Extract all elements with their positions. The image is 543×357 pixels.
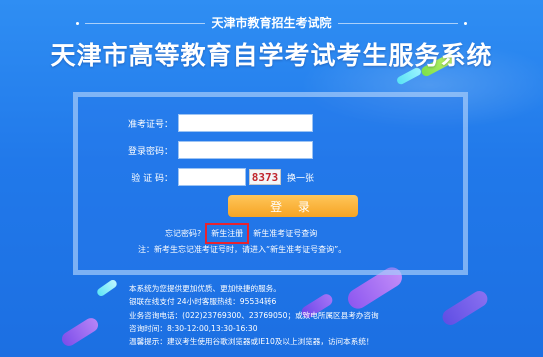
register-highlight-box: 新生注册 bbox=[205, 223, 250, 244]
info-section: 本系统为您提供更加优质、更加快捷的服务。 银联在线支付 24小时客服热线：955… bbox=[129, 282, 379, 348]
exam-id-input[interactable] bbox=[178, 114, 313, 132]
forgot-password-link[interactable]: 忘记密码? bbox=[165, 228, 201, 239]
new-register-link[interactable]: 新生注册 bbox=[211, 229, 243, 238]
page-title: 天津市高等教育自学考试考生服务系统 bbox=[50, 41, 493, 70]
decorative-stripe bbox=[95, 278, 119, 298]
exam-id-row: 准考证号： bbox=[123, 114, 313, 132]
login-panel: 准考证号： 登录密码： 验 证 码： 8373 换一张 登 录 忘记密码? 新生… bbox=[73, 92, 468, 275]
decorative-dot bbox=[76, 22, 80, 25]
info-line: 本系统为您提供更加优质、更加快捷的服务。 bbox=[129, 284, 281, 293]
info-line: 银联在线支付 24小时客服热线：95534转6 bbox=[129, 297, 277, 307]
decorative-line bbox=[85, 23, 206, 24]
subtitle-text: 天津市教育招生考试院 bbox=[211, 16, 332, 30]
captcha-input[interactable] bbox=[178, 168, 246, 186]
captcha-image[interactable]: 8373 bbox=[249, 169, 281, 185]
decorative-stripe bbox=[59, 315, 101, 349]
decorative-line bbox=[337, 23, 458, 24]
info-line: 温馨提示：建议考生使用谷歌浏览器或IE10及以上浏览器，访问本系统！ bbox=[129, 337, 374, 347]
new-exam-id-query-link[interactable]: 新生准考证号查询 bbox=[253, 228, 317, 239]
refresh-captcha-link[interactable]: 换一张 bbox=[287, 171, 314, 184]
captcha-row: 验 证 码： 8373 换一张 bbox=[123, 168, 314, 186]
password-label: 登录密码： bbox=[127, 146, 173, 157]
decorative-stripe bbox=[439, 287, 491, 329]
info-line: 咨询时间：8:30-12:00,13:30-16:30 bbox=[129, 323, 258, 333]
login-links: 忘记密码? 新生注册 新生准考证号查询 bbox=[165, 223, 317, 244]
login-notice: 注：新考生忘记准考证号时，请进入“新生准考证号查询”。 bbox=[138, 245, 347, 254]
login-button[interactable]: 登 录 bbox=[228, 195, 358, 217]
decorative-dot bbox=[463, 22, 467, 25]
site-subtitle: 天津市教育招生考试院 bbox=[0, 14, 543, 31]
info-line: 业务咨询电话：(022)23769300、23769050；或致电所属区县考办咨… bbox=[129, 310, 379, 320]
captcha-label: 验 证 码： bbox=[131, 173, 173, 184]
password-input[interactable] bbox=[178, 141, 313, 159]
exam-id-label: 准考证号： bbox=[127, 119, 173, 130]
password-row: 登录密码： bbox=[123, 141, 313, 159]
